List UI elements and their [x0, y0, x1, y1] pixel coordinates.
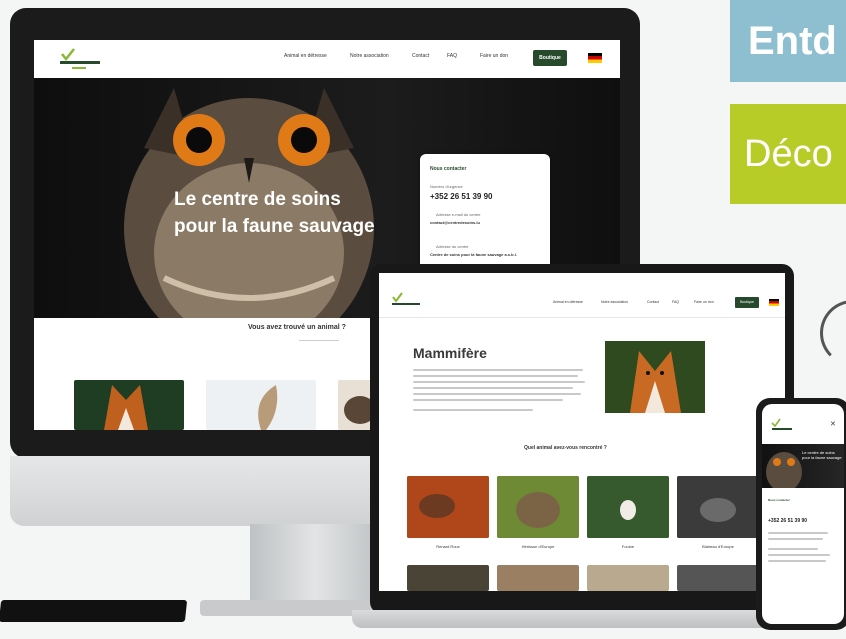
laptop-nav-notre-association[interactable]: Notre association: [601, 300, 628, 304]
tile-blaireau[interactable]: [677, 476, 759, 538]
contact-card-title: Nous contacter: [430, 166, 467, 172]
banner-german: Entd: [730, 0, 846, 82]
tile-fouine[interactable]: [587, 476, 669, 538]
decorative-arc: [820, 300, 846, 366]
tile-row2-2[interactable]: [497, 565, 579, 591]
phone-text-line: [768, 538, 823, 540]
laptop-website: Animal en détresse Notre association Con…: [379, 273, 785, 591]
hero-title-line1: Le centre de soins: [174, 189, 341, 210]
phone-text-line: [768, 532, 828, 534]
banner-french: Déco: [730, 104, 846, 204]
tile-row2-4[interactable]: [677, 565, 759, 591]
tile-label-renard: Renard Roux: [436, 544, 460, 549]
imac-stand: [250, 524, 380, 604]
email-label: Adresse e-mail du centre: [436, 212, 481, 217]
site-logo-icon[interactable]: [56, 46, 114, 72]
nav-faq[interactable]: FAQ: [447, 53, 457, 59]
body-text-line: [413, 387, 573, 389]
laptop-boutique-button[interactable]: Boutique: [735, 297, 759, 308]
body-text-line: [413, 369, 583, 371]
laptop-site-header: Animal en détresse Notre association Con…: [379, 287, 785, 318]
red-fox-image: [407, 476, 489, 538]
phone-text-line: [768, 560, 826, 562]
marten-image: [587, 476, 669, 538]
nav-animal-detresse[interactable]: Animal en détresse: [284, 53, 327, 59]
phone-text-line: [768, 548, 818, 550]
phone-website: ✕ Le centre de soins pour la faune sauva…: [762, 404, 844, 624]
hero-title-line2: pour la faune sauvage: [174, 216, 375, 237]
laptop-nav-faq[interactable]: FAQ: [672, 300, 679, 304]
body-text-line: [413, 409, 533, 411]
laptop-base: [352, 610, 814, 628]
mammal-fox-photo: [605, 341, 705, 413]
laptop-german-flag-icon[interactable]: [769, 299, 779, 306]
nav-contact[interactable]: Contact: [412, 53, 429, 59]
bird-card[interactable]: [206, 380, 316, 430]
german-flag-icon[interactable]: [588, 53, 602, 63]
tile-renard-roux[interactable]: [407, 476, 489, 538]
laptop-nav-contact[interactable]: Contact: [647, 300, 659, 304]
tile-row2-1[interactable]: [407, 565, 489, 591]
urgent-phone-number[interactable]: +352 26 51 39 90: [430, 192, 493, 201]
tile-row2-3[interactable]: [587, 565, 669, 591]
body-text-line: [413, 375, 578, 377]
fox-image: [104, 385, 148, 430]
phone-owl-image: [766, 452, 802, 492]
phone-hero-title: Le centre de soins pour la faune sauvage: [802, 450, 842, 460]
found-animal-title: Vous avez trouvé un animal ?: [248, 324, 346, 331]
body-text-line: [413, 399, 563, 401]
laptop-nav-animal-detresse[interactable]: Animal en détresse: [553, 300, 583, 304]
nav-faire-un-don[interactable]: Faire un don: [480, 53, 508, 59]
nav-notre-association[interactable]: Notre association: [350, 53, 389, 59]
tile-herisson[interactable]: [497, 476, 579, 538]
body-text-line: [413, 381, 585, 383]
tile-label-herisson: Hérisson d'Europe: [521, 544, 555, 549]
email-link[interactable]: contact@centredesoins.lu: [430, 220, 540, 226]
which-animal-question: Quel animal avez-vous rencontré ?: [524, 445, 607, 451]
fox-photo-image: [630, 351, 681, 413]
hero-title: Le centre de soins pour la faune sauvage: [174, 186, 434, 240]
body-text-line: [413, 393, 581, 395]
phone-text-line: [768, 554, 830, 556]
tile-label-blaireau: Blaireau d'Europe: [702, 544, 734, 549]
hedgehog-image: [497, 476, 579, 538]
phone-logo-icon[interactable]: [770, 418, 798, 434]
laptop-logo-icon[interactable]: [389, 291, 429, 311]
site-header: Animal en détresse Notre association Con…: [34, 40, 620, 79]
fox-card[interactable]: [74, 380, 184, 430]
boutique-button[interactable]: Boutique: [533, 50, 567, 66]
tile-label-fouine: Fouine: [621, 544, 635, 549]
phone-close-icon[interactable]: ✕: [830, 420, 836, 428]
address-name: Centre de soins pour la faune sauvage a.…: [430, 252, 517, 257]
address-label: Adresse du centre: [436, 244, 469, 249]
badger-image: [677, 476, 759, 538]
section-divider: [299, 340, 339, 341]
bird-image: [258, 385, 278, 430]
laptop-nav-faire-un-don[interactable]: Faire un don: [694, 300, 714, 304]
laptop-page-heading: Mammifère: [413, 345, 487, 361]
phone-number[interactable]: +352 26 51 39 90: [768, 518, 807, 524]
tablet-on-desk: [0, 600, 188, 622]
phone-card-title: Nous contacter: [768, 498, 790, 502]
urgent-number-label: Numéro d'urgence: [430, 184, 463, 189]
